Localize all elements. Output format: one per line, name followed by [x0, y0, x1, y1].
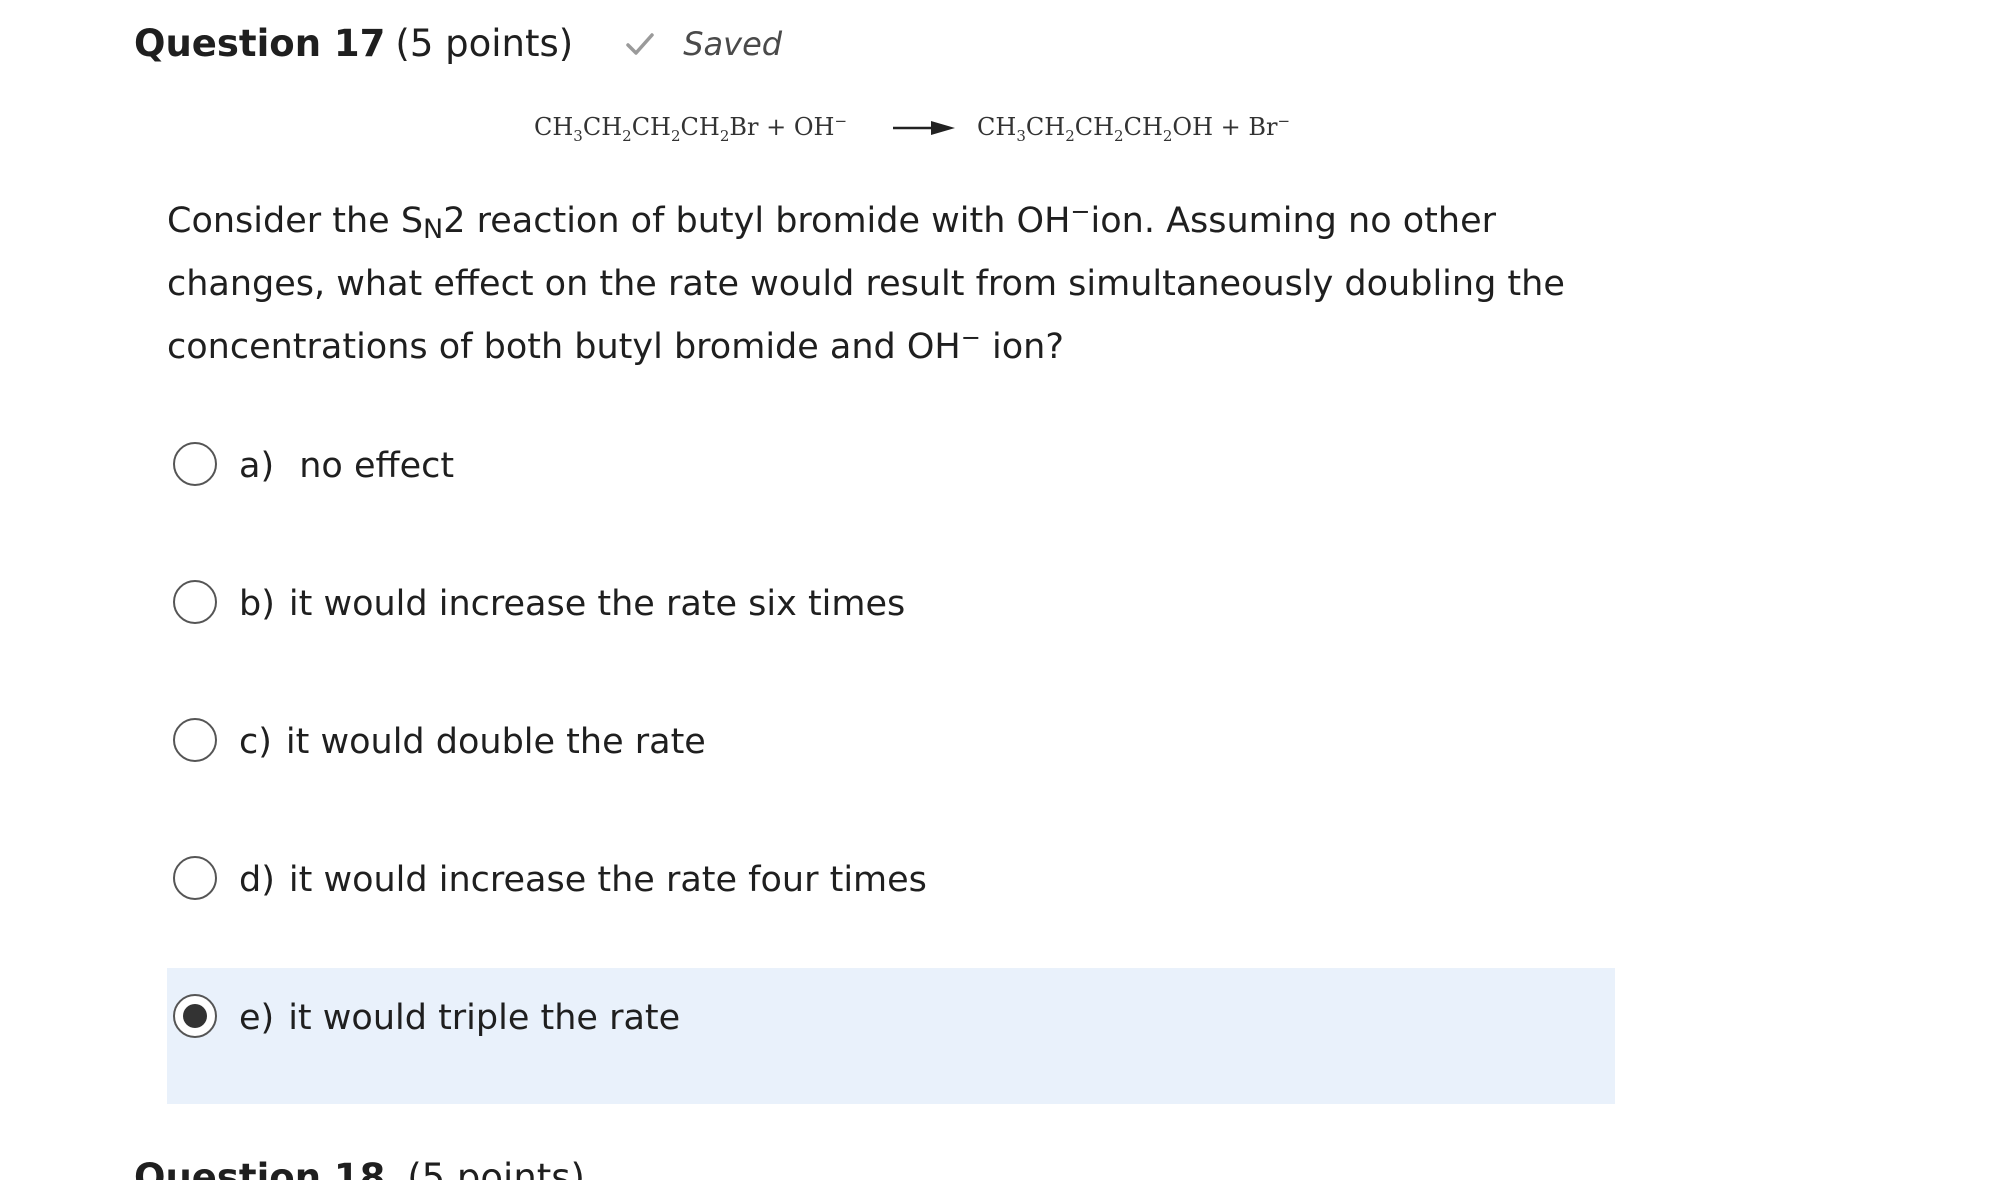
next-question-points: (5 points)	[407, 1156, 585, 1180]
reaction-arrow-icon	[893, 121, 956, 136]
radio-button-b[interactable]	[173, 580, 217, 624]
question-header: Question 17 (5 points) Saved	[134, 18, 782, 70]
next-question-header: Question 18 (5 points)	[134, 1152, 585, 1180]
reactant-formula: CH3CH2CH2CH2Br + OH−	[534, 112, 848, 145]
question-title: Question 17	[134, 22, 386, 65]
question-prompt: Consider the SN2 reaction of butyl bromi…	[167, 197, 1565, 367]
option-label-e: e) it would triple the rate	[239, 998, 681, 1038]
radio-button-c[interactable]	[173, 718, 217, 762]
radio-button-a[interactable]	[173, 442, 217, 486]
radio-button-d[interactable]	[173, 856, 217, 900]
answer-option-e[interactable]: e) it would triple the rate	[167, 968, 1615, 1104]
answer-option-b[interactable]: b) it would increase the rate six times	[167, 568, 1615, 704]
next-question-title: Question 18	[134, 1156, 386, 1180]
radio-button-e-selected[interactable]	[173, 994, 217, 1038]
check-icon	[626, 33, 654, 55]
saved-status: Saved	[623, 18, 782, 70]
product-formula: CH3CH2CH2CH2OH + Br−	[977, 112, 1291, 145]
reaction-equation-image: CH3CH2CH2CH2Br + OH− CH3CH2CH2CH2OH + Br…	[534, 112, 1290, 145]
option-label-b: b) it would increase the rate six times	[239, 584, 906, 624]
option-label-d: d) it would increase the rate four times	[239, 860, 927, 900]
option-label-c: c) it would double the rate	[239, 722, 706, 762]
saved-label: Saved	[683, 25, 783, 63]
answer-option-a[interactable]: a) no effect	[167, 430, 1615, 566]
answer-option-d[interactable]: d) it would increase the rate four times	[167, 844, 1615, 980]
question-points: (5 points)	[395, 22, 574, 65]
answer-option-c[interactable]: c) it would double the rate	[167, 706, 1615, 842]
option-label-a: a) no effect	[239, 446, 455, 486]
